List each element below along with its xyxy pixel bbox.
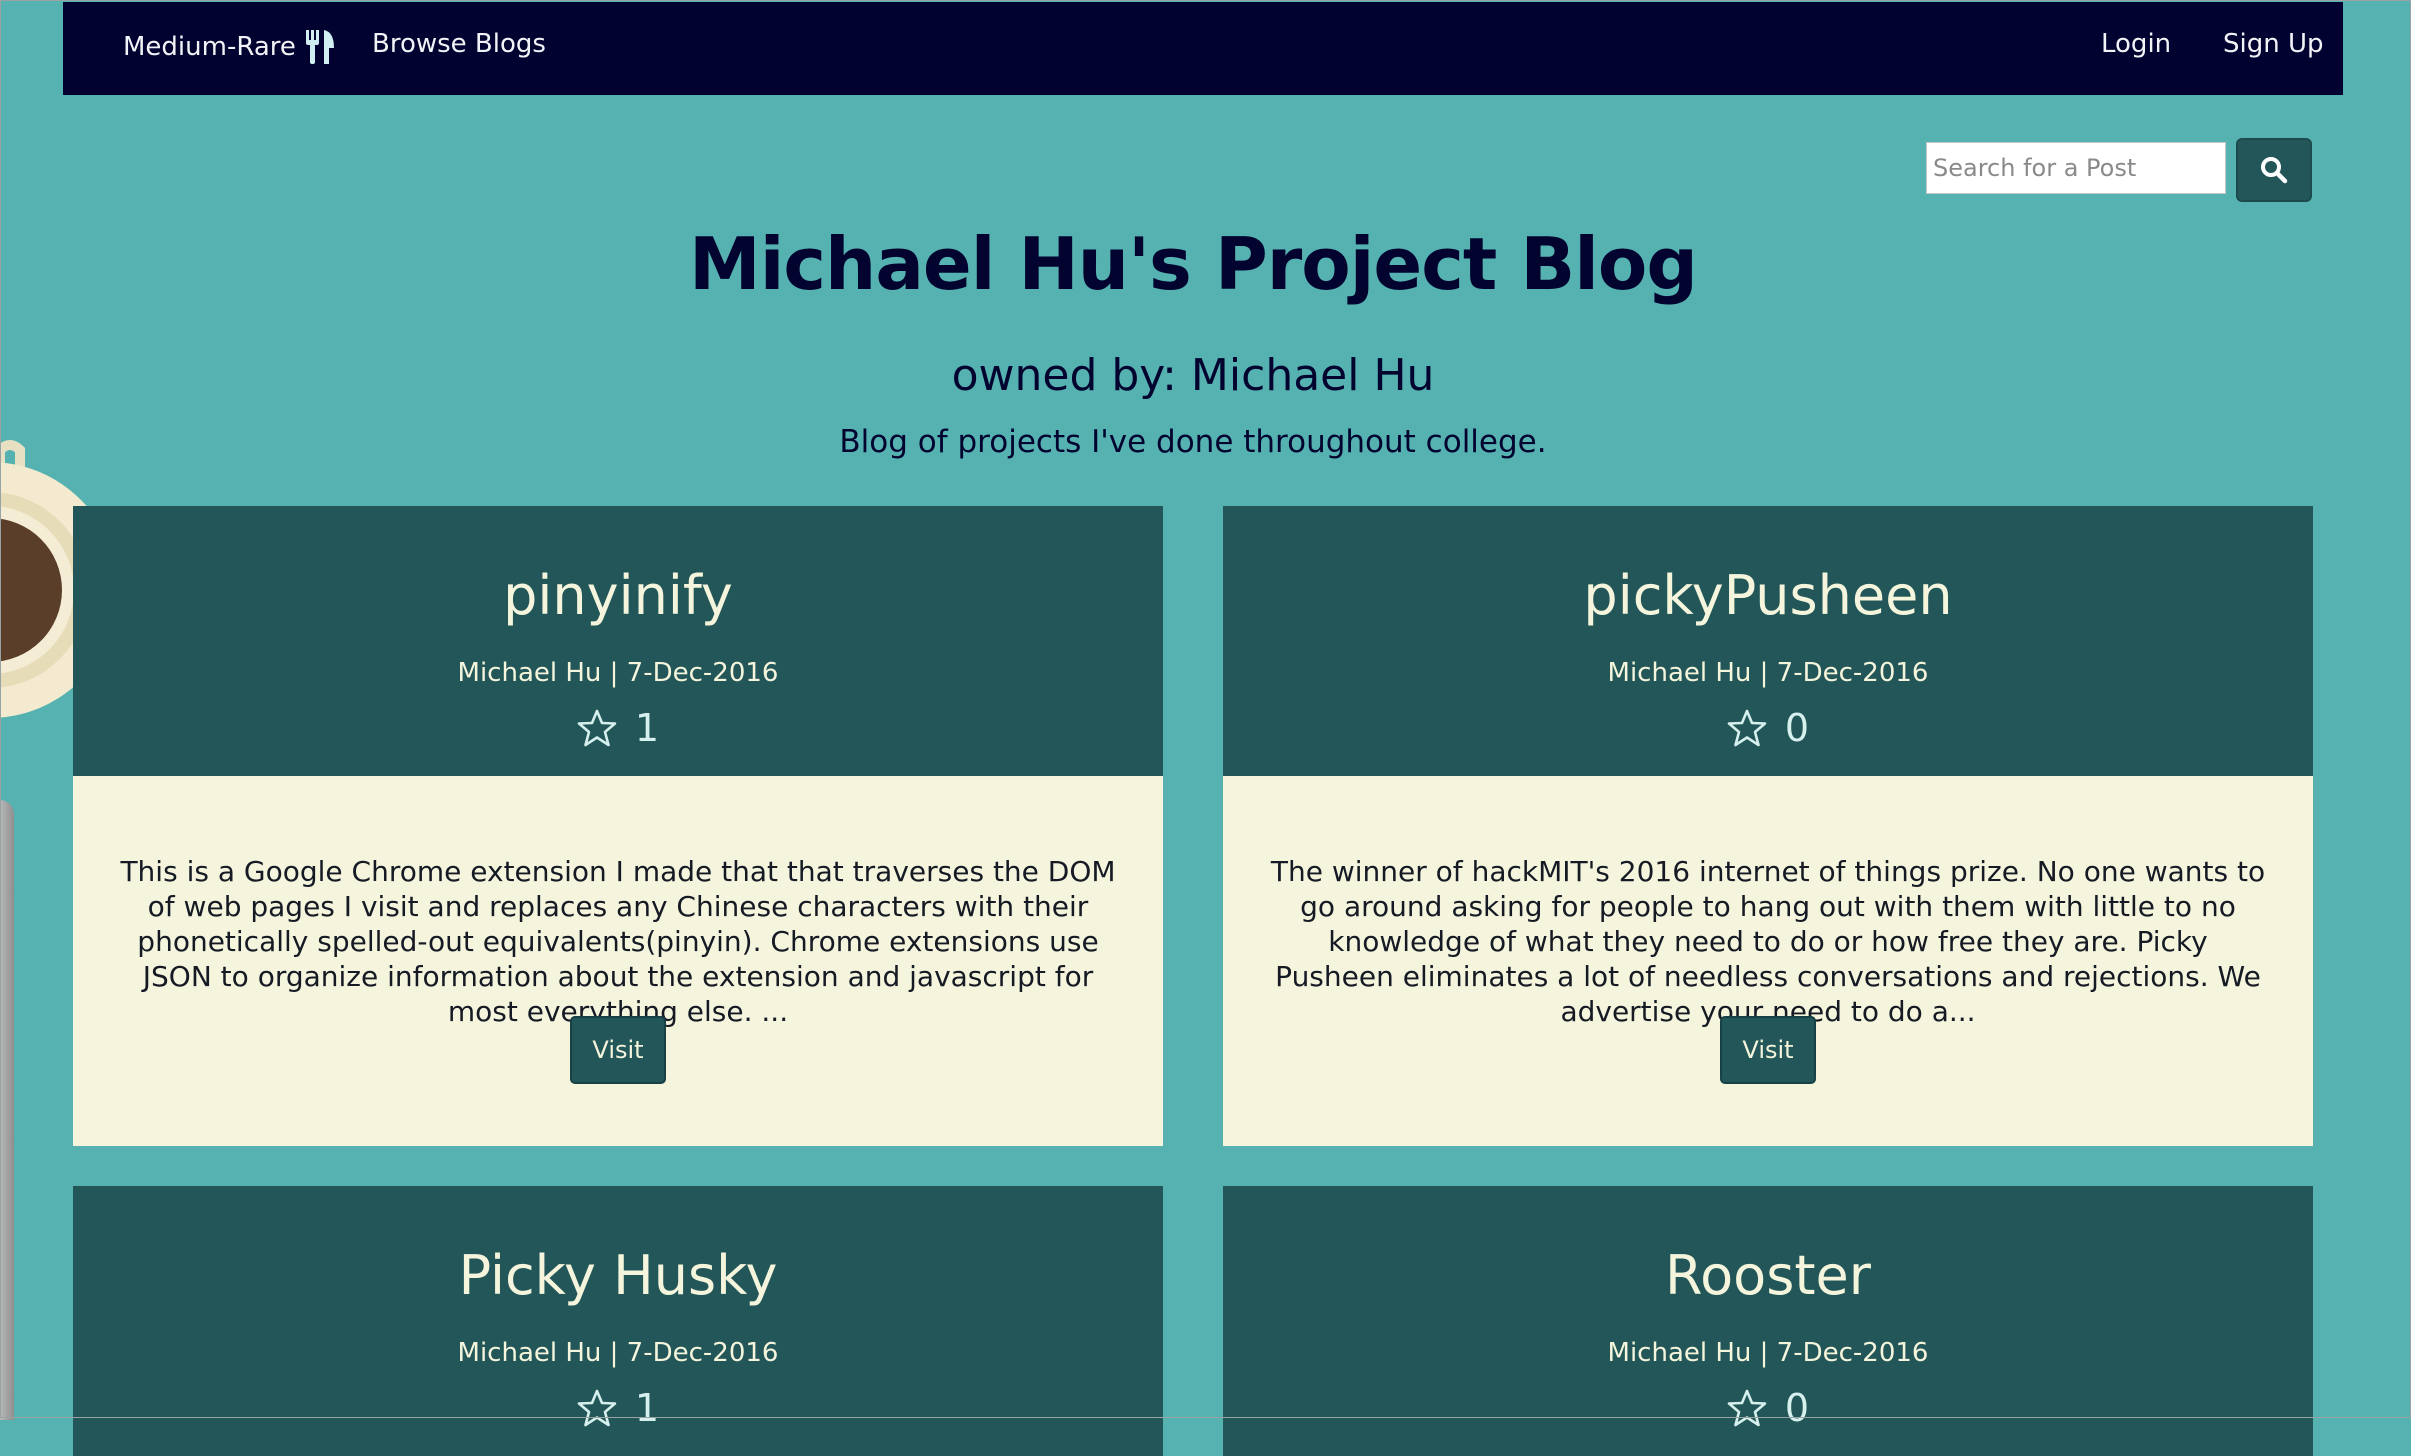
browse-blogs-link[interactable]: Browse Blogs — [372, 29, 546, 59]
post-rating: 0 — [1223, 1386, 2313, 1430]
post-card-body: The winner of hackMIT's 2016 internet of… — [1223, 776, 2313, 1146]
star-icon[interactable] — [1727, 708, 1767, 748]
star-count: 0 — [1784, 706, 1810, 750]
brand-link[interactable]: Medium-Rare — [123, 28, 336, 66]
post-meta: Michael Hu | 7-Dec-2016 — [457, 1338, 779, 1368]
post-rating: 1 — [73, 706, 1163, 750]
login-link[interactable]: Login — [2101, 29, 2171, 59]
blog-owner: owned by: Michael Hu — [951, 350, 1435, 401]
post-card: pinyinify Michael Hu | 7-Dec-2016 1 This… — [73, 506, 1163, 1146]
blog-description: Blog of projects I've done throughout co… — [839, 424, 1547, 460]
post-card-header: pinyinify Michael Hu | 7-Dec-2016 1 — [73, 506, 1163, 776]
post-meta: Michael Hu | 7-Dec-2016 — [1607, 1338, 1929, 1368]
post-card-body: This is a Google Chrome extension I made… — [73, 776, 1163, 1146]
top-navbar: Medium-Rare Browse Blogs Login Sign Up — [63, 2, 2343, 95]
post-title[interactable]: Rooster — [1223, 1244, 2313, 1307]
post-card: Picky Husky Michael Hu | 7-Dec-2016 1 — [73, 1186, 1163, 1456]
post-title[interactable]: pinyinify — [73, 564, 1163, 627]
post-title[interactable]: pickyPusheen — [1223, 564, 2313, 627]
star-icon[interactable] — [1727, 1388, 1767, 1428]
star-count: 1 — [634, 706, 660, 750]
search-icon — [2261, 157, 2288, 184]
post-card-header: Picky Husky Michael Hu | 7-Dec-2016 1 — [73, 1186, 1163, 1456]
star-icon[interactable] — [577, 708, 617, 748]
visit-button[interactable]: Visit — [570, 1016, 666, 1084]
post-card: Rooster Michael Hu | 7-Dec-2016 0 — [1223, 1186, 2313, 1456]
post-meta: Michael Hu | 7-Dec-2016 — [457, 658, 779, 688]
post-card-header: Rooster Michael Hu | 7-Dec-2016 0 — [1223, 1186, 2313, 1456]
star-count: 0 — [1784, 1386, 1810, 1430]
signup-link[interactable]: Sign Up — [2223, 29, 2324, 59]
fork-knife-icon — [305, 30, 334, 64]
search-input[interactable] — [1926, 142, 2226, 194]
brand-name: Medium-Rare — [123, 32, 296, 62]
star-count: 1 — [634, 1386, 660, 1430]
post-excerpt: This is a Google Chrome extension I made… — [120, 855, 1116, 1028]
post-card: pickyPusheen Michael Hu | 7-Dec-2016 0 T… — [1223, 506, 2313, 1146]
star-icon[interactable] — [577, 1388, 617, 1428]
page-title: Michael Hu's Project Blog — [689, 222, 1698, 306]
post-rating: 0 — [1223, 706, 2313, 750]
post-rating: 1 — [73, 1386, 1163, 1430]
post-excerpt: The winner of hackMIT's 2016 internet of… — [1270, 855, 2266, 1028]
post-card-header: pickyPusheen Michael Hu | 7-Dec-2016 0 — [1223, 506, 2313, 776]
side-decoration — [0, 800, 14, 1420]
post-title[interactable]: Picky Husky — [73, 1244, 1163, 1307]
visit-button[interactable]: Visit — [1720, 1016, 1816, 1084]
search-button[interactable] — [2236, 138, 2312, 202]
post-meta: Michael Hu | 7-Dec-2016 — [1607, 658, 1929, 688]
